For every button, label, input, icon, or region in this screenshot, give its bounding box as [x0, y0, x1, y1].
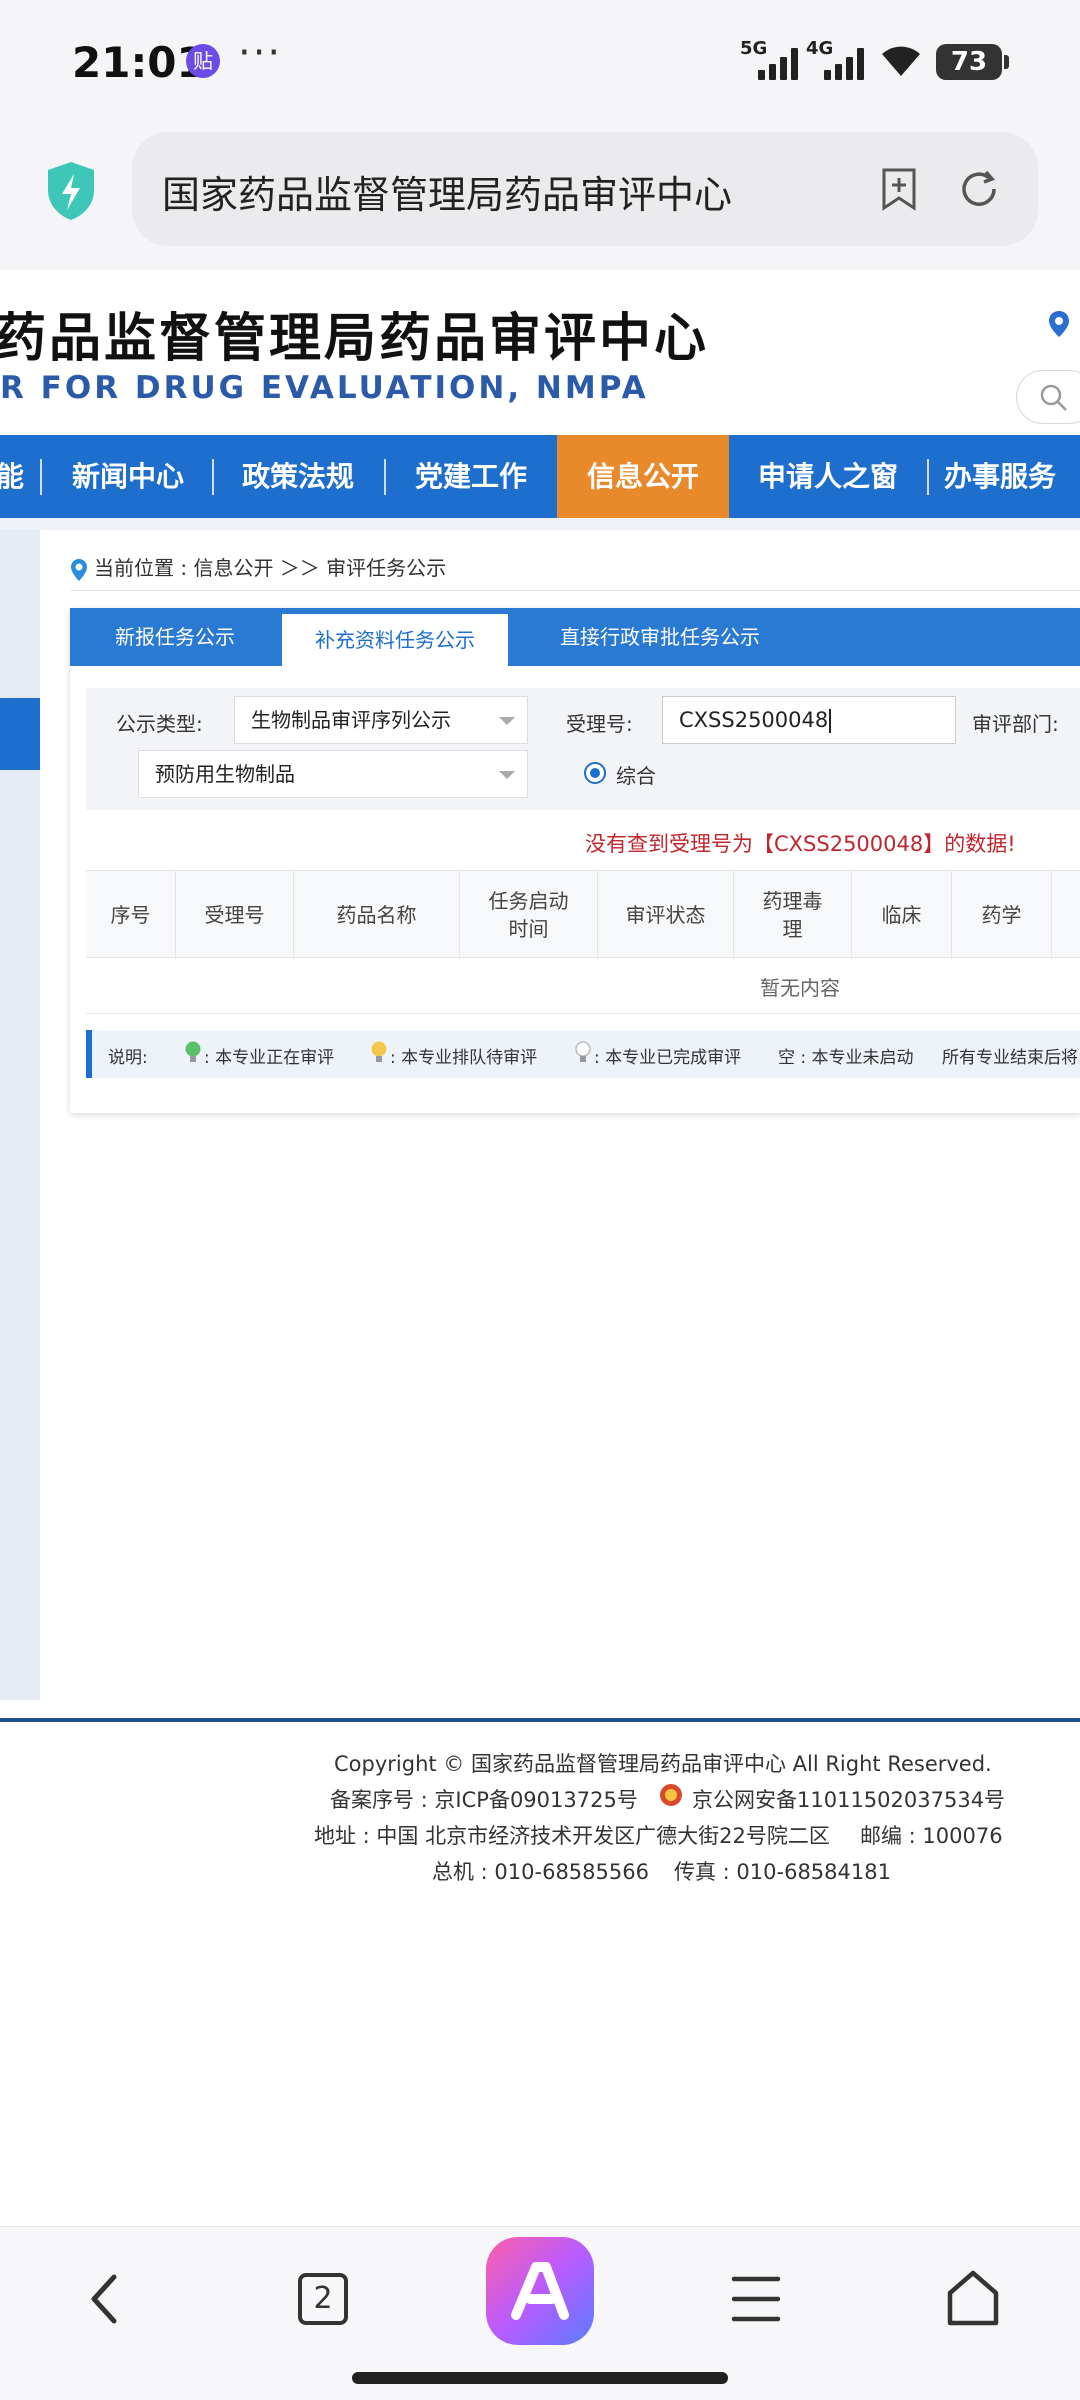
home-indicator[interactable]	[352, 2372, 728, 2384]
legend-item: : 本专业已完成审评	[594, 1048, 742, 1068]
subtype-select[interactable]: 预防用生物制品	[138, 750, 528, 798]
browser-address-bar: 国家药品监督管理局药品审评中心	[0, 120, 1080, 270]
accept-number-label: 受理号:	[566, 712, 633, 736]
nav-divider	[927, 459, 929, 495]
empty-text: 暂无内容	[760, 976, 840, 1000]
column-header: 药学	[952, 871, 1052, 959]
green-bulb-icon	[185, 1041, 201, 1062]
signal-5g-icon	[758, 44, 798, 80]
tab-new-tasks[interactable]: 新报任务公示	[70, 608, 280, 666]
type-select[interactable]: 生物制品审评序列公示	[234, 696, 528, 744]
legend-prefix: 说明:	[108, 1048, 148, 1068]
tab-direct-approval-tasks[interactable]: 直接行政审批任务公示	[510, 608, 810, 666]
error-message: 没有查到受理号为【CXSS2500048】的数据!	[585, 832, 1016, 856]
legend-item: : 本专业正在审评	[204, 1048, 335, 1068]
location-pin-icon[interactable]	[1048, 310, 1070, 338]
nav-item-applicant[interactable]: 申请人之窗	[730, 435, 926, 518]
table-empty-row	[86, 958, 1080, 1014]
menu-icon[interactable]	[730, 2271, 782, 2327]
battery-icon: 73	[936, 44, 1009, 80]
wifi-icon	[882, 46, 920, 76]
police-badge-icon	[660, 1784, 682, 1806]
site-search-button[interactable]	[1016, 370, 1080, 424]
legend-item: 所有专业结束后将	[942, 1048, 1078, 1068]
location-pin-icon	[71, 558, 87, 581]
nav-item-party[interactable]: 党建工作	[386, 435, 556, 518]
notification-badge-icon: 贴	[186, 44, 220, 78]
radio-comprehensive[interactable]	[584, 762, 606, 784]
tabs-icon[interactable]: 2	[298, 2273, 348, 2325]
footer-divider	[0, 1718, 1080, 1722]
divider	[70, 590, 1080, 591]
footer-postcode: 邮编 : 100076	[860, 1824, 1003, 1848]
radio-comprehensive-label: 综合	[616, 764, 656, 788]
chevron-down-icon	[499, 771, 515, 779]
footer-icp[interactable]: 备案序号 : 京ICP备09013725号	[330, 1784, 638, 1814]
tab-supplement-tasks[interactable]: 补充资料任务公示	[282, 614, 508, 666]
site-subtitle: R FOR DRUG EVALUATION, NMPA	[0, 370, 649, 406]
search-icon	[1040, 384, 1067, 411]
accept-number-value: CXSS2500048	[679, 708, 829, 732]
site-title: 药品监督管理局药品审评中心	[0, 309, 710, 369]
nav-item-partial[interactable]: 能	[0, 435, 24, 518]
footer-address: 地址 : 中国 北京市经济技术开发区广德大街22号院二区	[314, 1824, 830, 1848]
breadcrumb: 当前位置 : 信息公开 ＞＞ 审评任务公示	[70, 552, 446, 582]
home-icon[interactable]	[944, 2267, 1002, 2329]
column-header: 临床	[852, 871, 952, 959]
nav-item-news[interactable]: 新闻中心	[44, 435, 212, 518]
yellow-bulb-icon	[371, 1041, 387, 1062]
breadcrumb-text: 当前位置 : 信息公开 ＞＞ 审评任务公示	[94, 556, 447, 580]
nav-item-services[interactable]: 办事服务	[944, 435, 1080, 518]
app-logo-icon[interactable]	[486, 2237, 594, 2345]
left-sidebar-active-item[interactable]	[0, 698, 40, 770]
url-title: 国家药品监督管理局药品审评中心	[162, 173, 733, 217]
column-header: 审评状态	[598, 871, 734, 959]
footer-police-record[interactable]: 京公网安备11011502037534号	[692, 1784, 1005, 1814]
legend-item: : 本专业排队待审评	[390, 1048, 538, 1068]
subtype-select-value: 预防用生物制品	[155, 762, 295, 786]
signal-4g-icon	[824, 44, 864, 80]
column-header: 药理毒 理	[734, 871, 852, 959]
chevron-down-icon	[499, 717, 515, 725]
column-header: 药品名称	[294, 871, 460, 959]
column-header: 受理号	[176, 871, 294, 959]
nav-item-info-public[interactable]: 信息公开	[557, 435, 729, 518]
accept-number-input[interactable]: CXSS2500048	[662, 696, 956, 744]
screen: 21:01 贴 ··· 5G 4G 73 国家药品监督管理局药品审评中心 药品监…	[0, 0, 1080, 2400]
nav-item-policy[interactable]: 政策法规	[214, 435, 382, 518]
table-header: 序号 受理号 药品名称 任务启动 时间 审评状态 药理毒 理 临床 药学	[86, 870, 1080, 959]
white-bulb-icon	[575, 1041, 591, 1062]
status-bar: 21:01 贴 ··· 5G 4G 73	[0, 0, 1080, 120]
bookmark-add-icon[interactable]	[876, 166, 922, 212]
footer-phone: 总机 : 010-68585566	[432, 1860, 649, 1884]
site-header: 药品监督管理局药品审评中心 R FOR DRUG EVALUATION, NMP…	[0, 270, 1080, 435]
more-dots-icon: ···	[238, 30, 283, 76]
nav-divider	[40, 459, 42, 495]
tab-bar: 新报任务公示 补充资料任务公示 直接行政审批任务公示	[70, 608, 1080, 666]
main-nav: 能 新闻中心 政策法规 党建工作 信息公开 申请人之窗 办事服务	[0, 435, 1080, 518]
department-label: 审评部门:	[972, 712, 1059, 736]
shield-icon[interactable]	[44, 160, 98, 222]
footer-copyright: Copyright © 国家药品监督管理局药品审评中心 All Right Re…	[334, 1752, 992, 1776]
column-header: 任务启动 时间	[460, 871, 598, 959]
footer-fax: 传真 : 010-68584181	[674, 1860, 891, 1884]
type-select-value: 生物制品审评序列公示	[251, 708, 451, 732]
type-label: 公示类型:	[116, 712, 203, 736]
legend-item: 空 : 本专业未启动	[778, 1048, 914, 1068]
back-icon[interactable]	[82, 2269, 132, 2329]
refresh-icon[interactable]	[956, 166, 1002, 212]
column-header: 序号	[86, 871, 176, 959]
text-cursor	[829, 709, 832, 733]
url-field[interactable]: 国家药品监督管理局药品审评中心	[132, 132, 1038, 246]
